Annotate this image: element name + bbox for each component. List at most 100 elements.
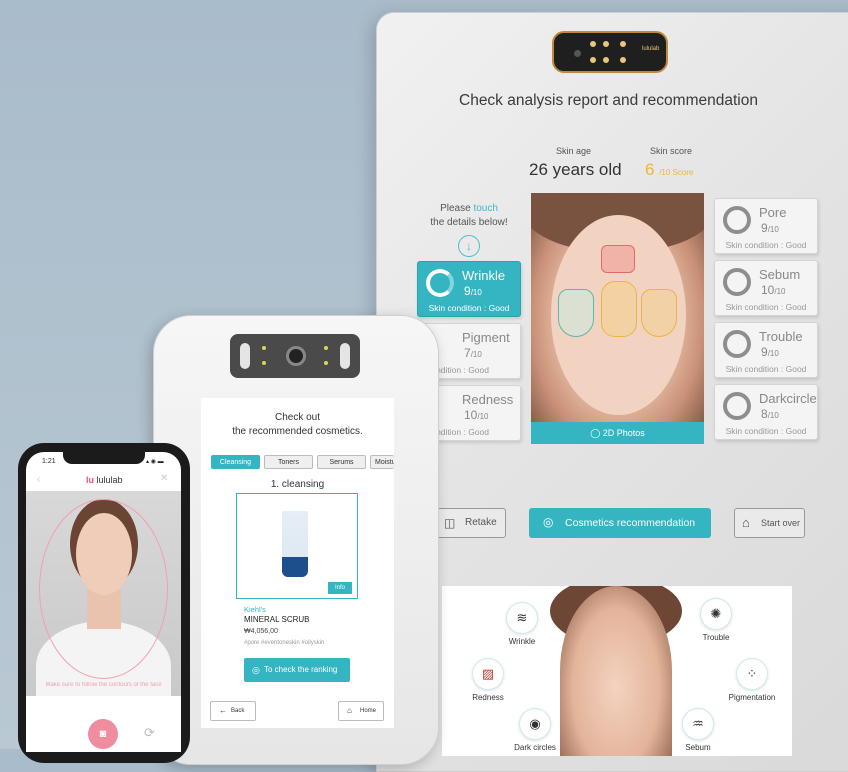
cosmetics-recommendation-button[interactable]: ◎ Cosmetics recommendation bbox=[529, 508, 711, 538]
metric-score: 9/10 bbox=[464, 284, 482, 298]
metric-score-value: 7 bbox=[464, 346, 471, 360]
metric-name: Wrinkle bbox=[462, 268, 506, 283]
start-over-button[interactable]: ⌂ Start over bbox=[734, 508, 805, 538]
product-tags: #pore #eventoneskin #oilyskin bbox=[244, 640, 325, 646]
face-guide-hint: Make sure to follow the contours of the … bbox=[45, 682, 162, 688]
metric-name: Pigment bbox=[462, 330, 510, 345]
metric-card-wrinkle[interactable]: Wrinkle 9/10 Skin condition : Good bbox=[417, 261, 521, 317]
tab-moisturizers[interactable]: Moistu bbox=[370, 455, 394, 469]
metric-score-max: /10 bbox=[470, 288, 482, 297]
cosmetic-bottle-icon: ◎ bbox=[543, 515, 554, 529]
led-icon bbox=[620, 41, 626, 47]
metric-score-value: 9 bbox=[761, 221, 768, 235]
retake-label: Retake bbox=[465, 517, 497, 528]
user-icon: ◯ bbox=[590, 428, 601, 438]
tab-serums[interactable]: Serums bbox=[317, 455, 366, 469]
feature-label: Trouble bbox=[702, 633, 730, 642]
close-icon[interactable]: ✕ bbox=[160, 473, 168, 484]
product-image bbox=[282, 511, 308, 577]
feature-label: Pigmentation bbox=[728, 693, 776, 702]
status-icons: ▴ ◉ ▬ bbox=[146, 459, 164, 465]
trouble-icon: ✺ bbox=[700, 598, 732, 630]
tablet-title: Check out the recommended cosmetics. bbox=[201, 411, 394, 439]
metric-name: Darkcircle bbox=[759, 391, 817, 406]
led-icon bbox=[603, 41, 609, 47]
check-ranking-button[interactable]: ◎ To check the ranking bbox=[244, 658, 350, 682]
feature-label: Sebum bbox=[685, 743, 711, 752]
home-icon: ⌂ bbox=[347, 706, 352, 715]
metric-name: Redness bbox=[462, 392, 514, 407]
led-icon bbox=[262, 361, 266, 365]
skin-age-value: 26 years old bbox=[529, 160, 622, 179]
feature-redness: ▨ Redness bbox=[468, 658, 508, 702]
back-label: Back bbox=[231, 708, 245, 714]
flip-camera-icon[interactable]: ⟳ bbox=[144, 725, 155, 741]
led-icon bbox=[590, 41, 596, 47]
info-button[interactable]: Info bbox=[328, 582, 352, 594]
metric-name: Trouble bbox=[759, 329, 803, 344]
skin-score-number: 6 bbox=[645, 160, 655, 179]
led-icon bbox=[324, 361, 328, 365]
metric-score-max: /10 bbox=[774, 287, 786, 296]
camera-icon bbox=[574, 50, 581, 57]
feature-sebum: ♒ Sebum bbox=[678, 708, 718, 752]
back-button[interactable]: ← Back bbox=[210, 701, 256, 721]
metric-condition: Skin condition : Good bbox=[725, 302, 807, 312]
metric-score-max: /10 bbox=[767, 411, 779, 420]
metric-name: Sebum bbox=[759, 267, 801, 282]
left-cheek-zone[interactable] bbox=[558, 289, 594, 337]
shutter-button[interactable]: ◙ bbox=[88, 719, 118, 749]
metric-condition: Skin condition : Good bbox=[725, 426, 807, 436]
section-title: 1. cleansing bbox=[270, 479, 325, 490]
home-label: Home bbox=[360, 708, 377, 714]
metric-score-max: /10 bbox=[470, 350, 482, 359]
metric-score: 8/10 bbox=[761, 407, 779, 421]
wrinkle-icon: ≋ bbox=[506, 602, 538, 634]
home-button[interactable]: ⌂ Home bbox=[338, 701, 384, 721]
tab-toners[interactable]: Toners bbox=[264, 455, 313, 469]
redness-icon: ▨ bbox=[472, 658, 504, 690]
retake-button[interactable]: ◫ Retake bbox=[434, 508, 506, 538]
camera-lens-icon bbox=[286, 346, 306, 366]
feature-wrinkle: ≋ Wrinkle bbox=[502, 602, 542, 646]
metric-card-trouble[interactable]: Trouble 9/10 Skin condition : Good bbox=[714, 322, 818, 378]
metric-card-sebum[interactable]: Sebum 10/10 Skin condition : Good bbox=[714, 260, 818, 316]
touch-hint-post: the details below! bbox=[430, 217, 508, 228]
led-icon bbox=[603, 57, 609, 63]
touch-hint-highlight: touch bbox=[473, 203, 498, 214]
logo-text: lululab bbox=[96, 475, 123, 485]
metric-condition: Skin condition : Good bbox=[725, 240, 807, 250]
metric-score: 9/10 bbox=[761, 345, 779, 359]
logo-mark: lu bbox=[86, 475, 94, 485]
metric-card-darkcircle[interactable]: Darkcircle 8/10 Skin condition : Good bbox=[714, 384, 818, 440]
home-icon: ⌂ bbox=[742, 515, 750, 530]
sensor-brand: lululab bbox=[642, 46, 660, 52]
app-logo: lu lululab bbox=[86, 475, 123, 485]
right-cheek-zone[interactable] bbox=[641, 289, 677, 337]
feature-trouble: ✺ Trouble bbox=[696, 598, 736, 642]
back-chevron-icon[interactable]: ‹ bbox=[37, 474, 40, 485]
face-analysis-photo bbox=[531, 193, 704, 422]
tab-cleansing[interactable]: Cleansing bbox=[211, 455, 260, 469]
metric-condition: Skin condition : Good bbox=[725, 364, 807, 374]
metric-condition: Skin condition : Good bbox=[428, 303, 510, 313]
mirror-sensor-bar: lululab bbox=[552, 31, 668, 73]
metric-score-max: /10 bbox=[767, 349, 779, 358]
arrow-down-icon: ↓ bbox=[458, 235, 480, 257]
nose-zone[interactable] bbox=[601, 281, 637, 337]
skin-score-unit: /10 Score bbox=[659, 168, 694, 177]
metric-score-max: /10 bbox=[767, 225, 779, 234]
face-shape bbox=[560, 586, 672, 756]
feature-label: Redness bbox=[472, 693, 504, 702]
2d-photos-button[interactable]: ◯ 2D Photos bbox=[531, 422, 704, 444]
tablet-sensor-bar bbox=[230, 334, 360, 378]
skin-age-label: Skin age bbox=[556, 146, 592, 156]
metric-score-value: 8 bbox=[761, 407, 768, 421]
metric-card-pore[interactable]: Pore 9/10 Skin condition : Good bbox=[714, 198, 818, 254]
metric-score: 9/10 bbox=[761, 221, 779, 235]
score-ring-icon bbox=[426, 269, 454, 297]
metric-score-value: 9 bbox=[761, 345, 768, 359]
camera-preview bbox=[26, 491, 181, 696]
skin-score-label: Skin score bbox=[650, 146, 693, 156]
forehead-zone[interactable] bbox=[601, 245, 635, 273]
